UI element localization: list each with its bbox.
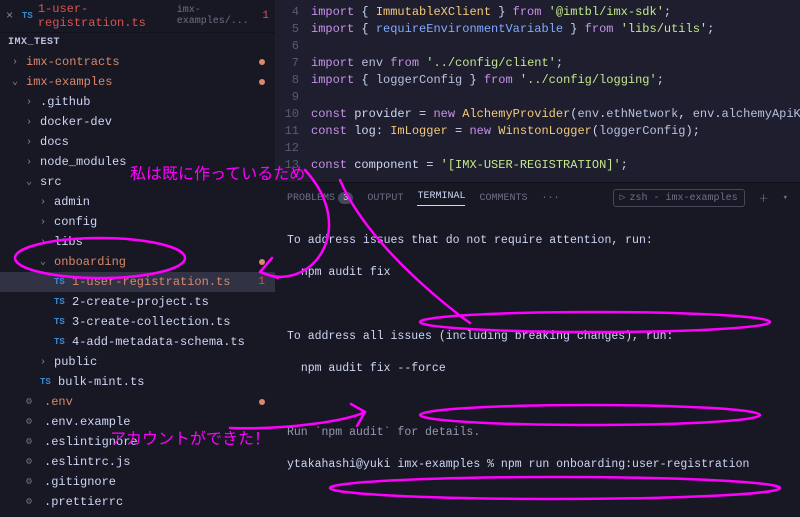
code-line[interactable]: 10const provider = new AlchemyProvider(e… [275,106,800,123]
terminal-output[interactable]: To address issues that do not require at… [275,213,800,517]
line-number: 13 [275,157,311,174]
file-tree: ›imx-contracts⌄imx-examples›.github›dock… [0,52,275,517]
ts-file-icon: TS [54,277,68,287]
file--gitignore[interactable]: ⚙.gitignore [0,472,275,492]
tab-comments[interactable]: COMMENTS [479,193,527,204]
file-icon: ⚙ [26,436,40,448]
open-editor-filename: 1-user-registration.ts [38,2,173,30]
chevron-icon: ⌄ [40,256,50,268]
file-4-add-metadata-schema-ts[interactable]: TS4-add-metadata-schema.ts [0,332,275,352]
ts-file-icon: TS [54,297,68,307]
tab-output[interactable]: OUTPUT [367,193,403,204]
main-area: 4import { ImmutableXClient } from '@imtb… [275,0,800,517]
modified-dot [259,59,265,65]
ts-file-icon: TS [40,377,54,387]
file-3-create-collection-ts[interactable]: TS3-create-collection.ts [0,312,275,332]
error-count: 1 [258,276,271,288]
ts-file-icon: TS [54,317,68,327]
line-number: 5 [275,21,311,38]
chevron-icon: › [40,197,50,208]
line-number: 12 [275,140,311,157]
tab-problems[interactable]: PROBLEMS3 [287,193,353,204]
file-icon: ⚙ [26,456,40,468]
folder-src[interactable]: ⌄src [0,172,275,192]
file-icon: ⚙ [26,476,40,488]
project-header[interactable]: IMX_TEST [0,33,275,52]
line-number: 7 [275,55,311,72]
file-1-user-registration-ts[interactable]: TS1-user-registration.ts1 [0,272,275,292]
folder-docs[interactable]: ›docs [0,132,275,152]
file--prettierrc[interactable]: ⚙.prettierrc [0,492,275,512]
folder-imx-contracts[interactable]: ›imx-contracts [0,52,275,72]
code-line[interactable]: 8import { loggerConfig } from '../config… [275,72,800,89]
chevron-icon: › [26,97,36,108]
tab-terminal[interactable]: TERMINAL [417,191,465,206]
code-line[interactable]: 5import { requireEnvironmentVariable } f… [275,21,800,38]
code-editor[interactable]: 4import { ImmutableXClient } from '@imtb… [275,0,800,182]
file-bulk-mint-ts[interactable]: TSbulk-mint.ts [0,372,275,392]
folder-imx-examples[interactable]: ⌄imx-examples [0,72,275,92]
terminal-prompt-icon: ▷ [620,192,626,204]
chevron-icon: › [40,217,50,228]
modified-dot [259,259,265,265]
chevron-icon: › [40,237,50,248]
file-icon: ⚙ [26,396,40,408]
chevron-icon: › [12,57,22,68]
modified-dot [259,399,265,405]
chevron-icon: ⌄ [12,76,22,88]
line-number: 8 [275,72,311,89]
bottom-panel: PROBLEMS3 OUTPUT TERMINAL COMMENTS ··· ▷… [275,182,800,517]
open-editors-section: × TS 1-user-registration.ts imx-examples… [0,0,275,33]
folder-config[interactable]: ›config [0,212,275,232]
modified-dot [259,79,265,85]
code-line[interactable]: 7import env from '../config/client'; [275,55,800,72]
folder-admin[interactable]: ›admin [0,192,275,212]
ts-file-icon: TS [22,11,34,21]
line-number: 6 [275,38,311,55]
terminal-shell-picker[interactable]: ▷ zsh - imx-examples [613,189,745,207]
folder-onboarding[interactable]: ⌄onboarding [0,252,275,272]
folder--github[interactable]: ›.github [0,92,275,112]
line-number: 4 [275,4,311,21]
sidebar: × TS 1-user-registration.ts imx-examples… [0,0,275,517]
file-icon: ⚙ [26,496,40,508]
panel-tabs: PROBLEMS3 OUTPUT TERMINAL COMMENTS ··· ▷… [275,183,800,213]
open-editor-path: imx-examples/... [177,5,259,27]
code-line[interactable]: 12 [275,140,800,157]
chevron-down-icon[interactable]: ▾ [783,193,788,203]
ts-file-icon: TS [54,337,68,347]
add-terminal-icon[interactable]: ＋ [759,190,769,206]
folder-libs[interactable]: ›libs [0,232,275,252]
more-icon[interactable]: ··· [541,193,559,204]
code-line[interactable]: 4import { ImmutableXClient } from '@imtb… [275,4,800,21]
file-2-create-project-ts[interactable]: TS2-create-project.ts [0,292,275,312]
code-line[interactable]: 11const log: ImLogger = new WinstonLogge… [275,123,800,140]
code-line[interactable]: 13const component = '[IMX-USER-REGISTRAT… [275,157,800,174]
line-number: 9 [275,89,311,106]
chevron-icon: › [26,117,36,128]
folder-docker-dev[interactable]: ›docker-dev [0,112,275,132]
code-line[interactable]: 6 [275,38,800,55]
chevron-icon: ⌄ [26,176,36,188]
file--eslintrc-js[interactable]: ⚙.eslintrc.js [0,452,275,472]
folder-node-modules[interactable]: ›node_modules [0,152,275,172]
chevron-icon: › [26,157,36,168]
file--eslintignore[interactable]: ⚙.eslintignore [0,432,275,452]
open-editor-item[interactable]: × TS 1-user-registration.ts imx-examples… [0,0,275,32]
chevron-icon: › [40,357,50,368]
line-number: 10 [275,106,311,123]
chevron-icon: › [26,137,36,148]
close-icon[interactable]: × [6,9,18,23]
file--env[interactable]: ⚙.env [0,392,275,412]
folder-public[interactable]: ›public [0,352,275,372]
code-line[interactable]: 9 [275,89,800,106]
problems-count-badge: 3 [338,192,353,204]
line-number: 11 [275,123,311,140]
file--env-example[interactable]: ⚙.env.example [0,412,275,432]
file-icon: ⚙ [26,416,40,428]
open-editor-error-count: 1 [262,10,269,22]
